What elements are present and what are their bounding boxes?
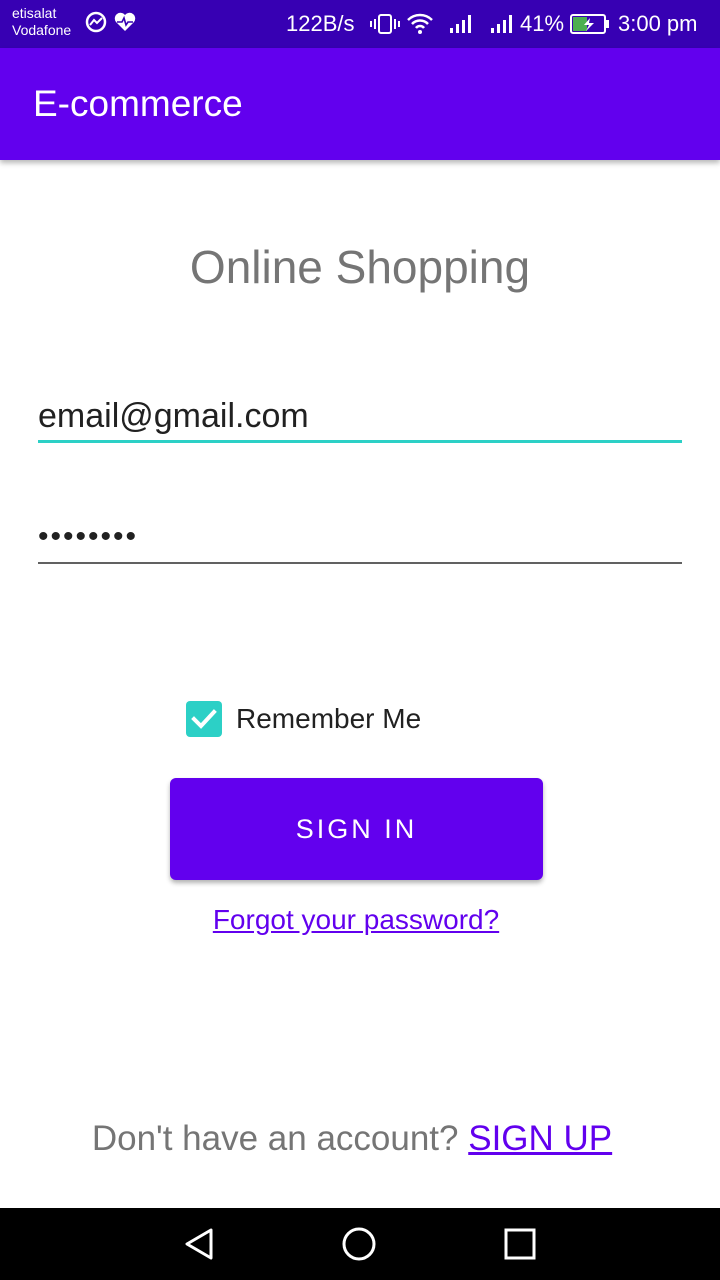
password-field[interactable] xyxy=(38,512,682,564)
wifi-icon xyxy=(406,12,434,39)
page-heading: Online Shopping xyxy=(189,241,531,293)
data-speed: 122B/s xyxy=(286,11,355,36)
email-field[interactable] xyxy=(38,392,682,443)
carrier-2: Vodafone xyxy=(12,22,72,38)
checkmark-icon xyxy=(191,709,217,729)
signup-prompt: Don't have an account? xyxy=(91,1119,459,1158)
app-bar: E-commerce xyxy=(0,48,720,160)
status-bar: etisalat Vodafone 122B/s 41% 3:00 pm xyxy=(0,0,720,48)
signal-icon xyxy=(449,12,475,39)
home-icon[interactable] xyxy=(341,1226,377,1267)
battery-charging-icon xyxy=(570,14,610,39)
messenger-icon xyxy=(85,11,107,38)
remember-me-checkbox[interactable] xyxy=(186,701,222,737)
sign-in-button[interactable]: SIGN IN xyxy=(170,778,543,880)
forgot-password-link[interactable]: Forgot your password? xyxy=(0,903,712,937)
signal-icon xyxy=(490,12,516,39)
vibrate-icon xyxy=(370,13,400,40)
back-icon[interactable] xyxy=(181,1226,217,1267)
recents-icon[interactable] xyxy=(502,1226,538,1267)
navigation-bar xyxy=(0,1208,720,1280)
remember-me-label: Remember Me xyxy=(236,703,422,734)
signup-row: Don't have an account? SIGN UP xyxy=(0,1118,704,1160)
sign-up-link[interactable]: SIGN UP xyxy=(468,1119,612,1158)
carrier-1: etisalat xyxy=(12,5,57,21)
clock: 3:00 pm xyxy=(618,11,698,36)
carrier-names: etisalat Vodafone xyxy=(12,5,71,39)
health-heart-icon xyxy=(113,11,137,38)
app-title: E-commerce xyxy=(33,83,243,124)
battery-percent: 41% xyxy=(520,11,565,36)
